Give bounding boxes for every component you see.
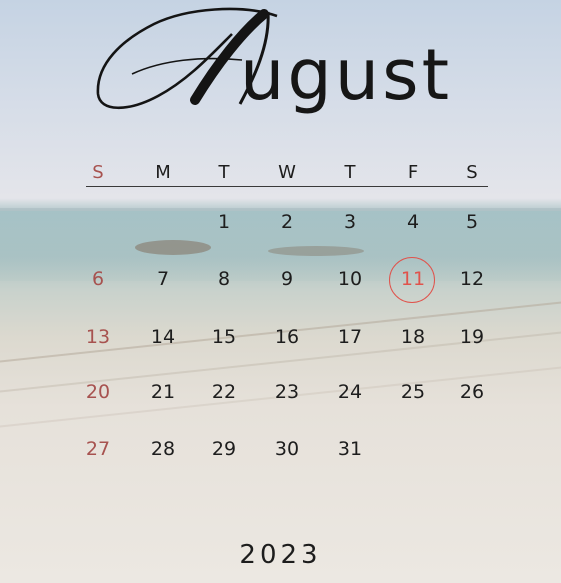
day-cell: 2 [280,211,294,233]
day-cell: 7 [156,268,170,290]
day-cell: 19 [459,326,485,348]
day-cell: 24 [337,381,363,403]
day-cell: 23 [274,381,300,403]
today-circle [389,257,435,303]
day-cell: 26 [459,381,485,403]
day-cell: 15 [211,326,237,348]
day-cell: 14 [150,326,176,348]
day-cell: 10 [337,268,363,290]
day-cell: 28 [150,438,176,460]
day-cell: 22 [211,381,237,403]
day-cell: 8 [217,268,231,290]
day-cell: 25 [400,381,426,403]
day-cell: 18 [400,326,426,348]
day-cell: 3 [343,211,357,233]
day-cell: 17 [337,326,363,348]
day-cell: 5 [465,211,479,233]
day-cell: 21 [150,381,176,403]
day-cell: 29 [211,438,237,460]
day-cell: 12 [459,268,485,290]
day-cell: 9 [280,268,294,290]
day-cell: 31 [337,438,363,460]
year-label: 2023 [239,540,322,570]
day-cell: 27 [85,438,111,460]
day-cell: 30 [274,438,300,460]
day-cell: 1 [217,211,231,233]
day-cell: 6 [91,268,105,290]
day-cell: 13 [85,326,111,348]
day-cell: 20 [85,381,111,403]
day-cell: 16 [274,326,300,348]
day-grid: 1 2 3 4 5 6 7 8 9 10 11 12 13 14 15 16 17 18 19 20 21 22 23 24 2… [0,0,561,583]
day-cell: 4 [406,211,420,233]
